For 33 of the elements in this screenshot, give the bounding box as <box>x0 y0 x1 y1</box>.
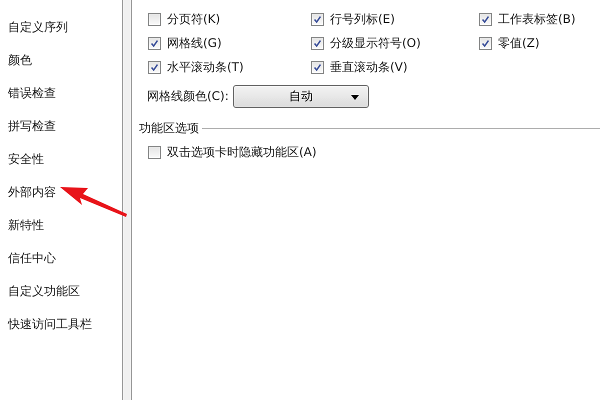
checkbox[interactable] <box>479 36 492 50</box>
option-label: 分页符(K) <box>167 10 220 28</box>
sidebar-item[interactable]: 颜色 <box>0 44 122 77</box>
option-label: 水平滚动条(T) <box>167 58 244 76</box>
checkbox[interactable] <box>148 146 161 158</box>
sidebar-item[interactable]: 拼写检查 <box>0 110 122 143</box>
caret-icon <box>350 95 359 100</box>
sidebar-item[interactable]: 自定义功能区 <box>0 275 122 308</box>
field-label: 网格线颜色(C): <box>147 88 229 105</box>
checkbox[interactable] <box>479 12 492 26</box>
arrow-annotation <box>58 184 128 219</box>
sidebar-item[interactable]: 新特性 <box>0 209 122 242</box>
option-label: 网格线(G) <box>167 34 222 52</box>
checkbox[interactable] <box>311 60 324 74</box>
sidebar-item[interactable]: 外部内容 <box>0 176 122 209</box>
color-dropdown[interactable]: 自动 <box>232 85 369 108</box>
option-label: 工作表标签(B) <box>498 10 576 28</box>
checkbox[interactable] <box>148 60 161 74</box>
section-title: 功能区选项 <box>139 120 199 137</box>
checkbox[interactable] <box>148 12 161 26</box>
option-label: 双击选项卡时隐藏功能区(A) <box>167 144 317 160</box>
option-label: 行号列标(E) <box>330 10 395 28</box>
option-label: 零值(Z) <box>498 34 540 52</box>
checkbox[interactable] <box>311 36 324 50</box>
sidebar-item[interactable]: 快速访问工具栏 <box>0 308 122 341</box>
sidebar-item[interactable]: 错误检查 <box>0 77 122 110</box>
checkbox[interactable] <box>311 12 324 26</box>
sidebar-item[interactable]: 信任中心 <box>0 242 122 275</box>
option-label: 分级显示符号(O) <box>330 34 421 52</box>
checkbox[interactable] <box>148 36 161 50</box>
option-label: 垂直滚动条(V) <box>330 58 408 76</box>
sidebar-item[interactable]: 安全性 <box>0 143 122 176</box>
sidebar-item[interactable]: 自定义序列 <box>0 11 122 44</box>
